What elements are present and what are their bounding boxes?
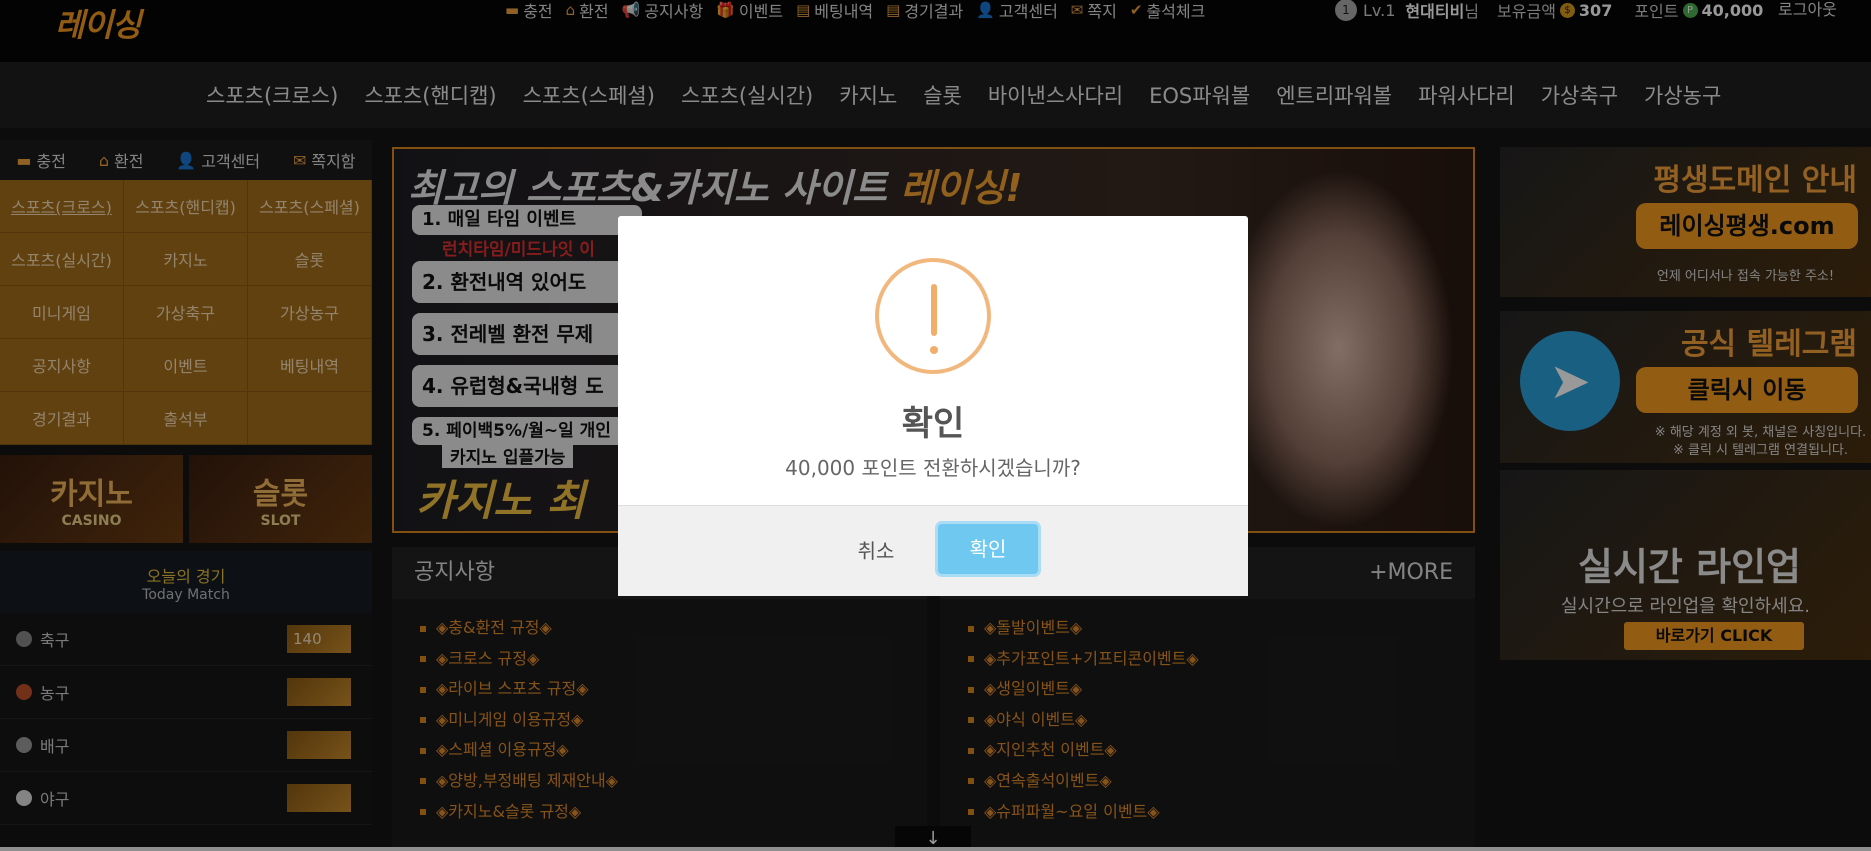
confirm-button[interactable]: 확인	[938, 524, 1038, 574]
warning-icon	[875, 258, 991, 374]
cancel-button[interactable]: 취소	[836, 534, 916, 568]
confirm-dialog: 확인 40,000 포인트 전환하시겠습니까? 취소 확인	[618, 216, 1248, 596]
dialog-footer: 취소 확인	[618, 505, 1248, 596]
dialog-message: 40,000 포인트 전환하시겠습니까?	[785, 456, 1081, 480]
dialog-title: 확인	[901, 404, 965, 444]
